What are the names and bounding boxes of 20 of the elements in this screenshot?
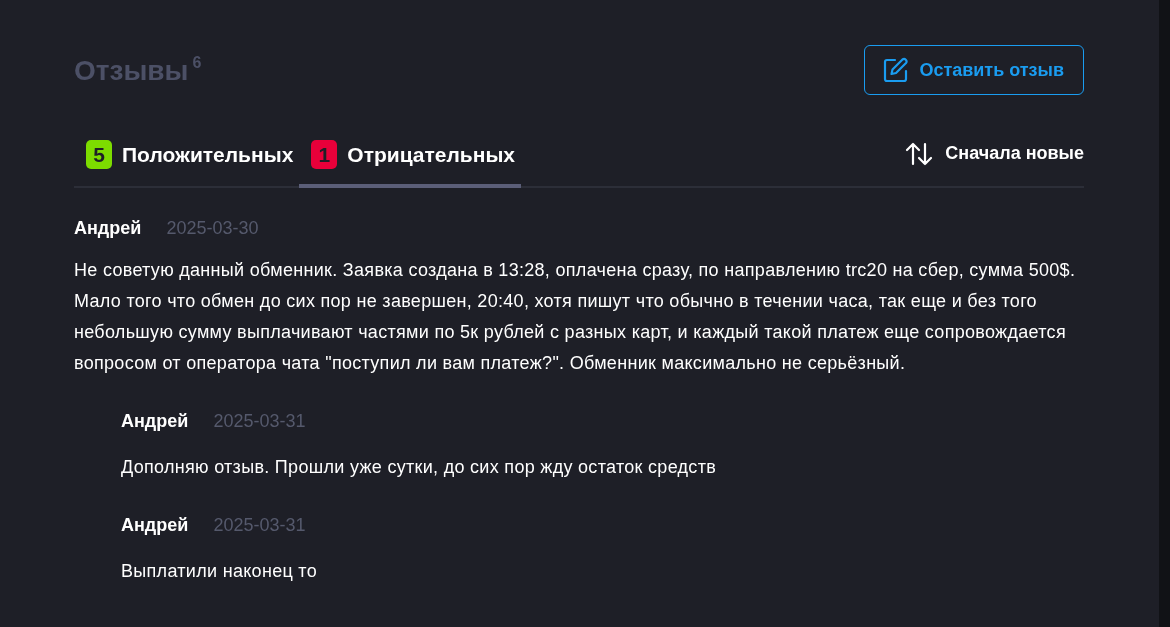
- filter-tab[interactable]: 1 Отрицательных: [299, 125, 522, 188]
- reviews-title: Отзывы$^{6}$: [74, 53, 202, 87]
- count-badge: 1: [311, 140, 338, 169]
- review-date: 2025-03-31: [213, 515, 306, 536]
- tab-label: Отрицательных: [347, 142, 516, 167]
- sort-button[interactable]: Сначала новые: [905, 125, 1084, 186]
- review-date: 2025-03-31: [213, 411, 306, 432]
- review-text: Не советую данный обменник. Заявка создана в 13:28, оплачена сразу, по направлению trc20 на сбер, сумма 500$. Мало того что обмен до сих пор не завершен, 20:40, хотя пишут что обычно в течении часа, так еще и без того небольшую сумму выплачивают частями по 5к рублей с разных карт, и каждый такой платеж еще сопровождается вопросом от оператора чата "поступил ли вам платеж?". Обменник максимально не серьёзный.: [74, 259, 1077, 375]
- review-text: Дополняю отзыв. Прошли уже сутки, до сих пор жду остаток средств: [121, 456, 718, 479]
- tab-label: Положительных: [122, 142, 294, 167]
- author-name: Андрей: [121, 515, 189, 536]
- sort-icon: [905, 140, 934, 167]
- leave-review-button[interactable]: Оставить отзыв: [864, 45, 1084, 95]
- filter-tab[interactable]: 5 Положительных: [74, 125, 300, 188]
- author-name: Андрей: [74, 218, 142, 239]
- author-name: Андрей: [121, 411, 189, 432]
- review-date: 2025-03-30: [166, 218, 259, 239]
- edit-icon: [883, 57, 910, 83]
- review-text: Выплатили наконец то: [121, 560, 319, 583]
- count-badge: 5: [86, 140, 112, 169]
